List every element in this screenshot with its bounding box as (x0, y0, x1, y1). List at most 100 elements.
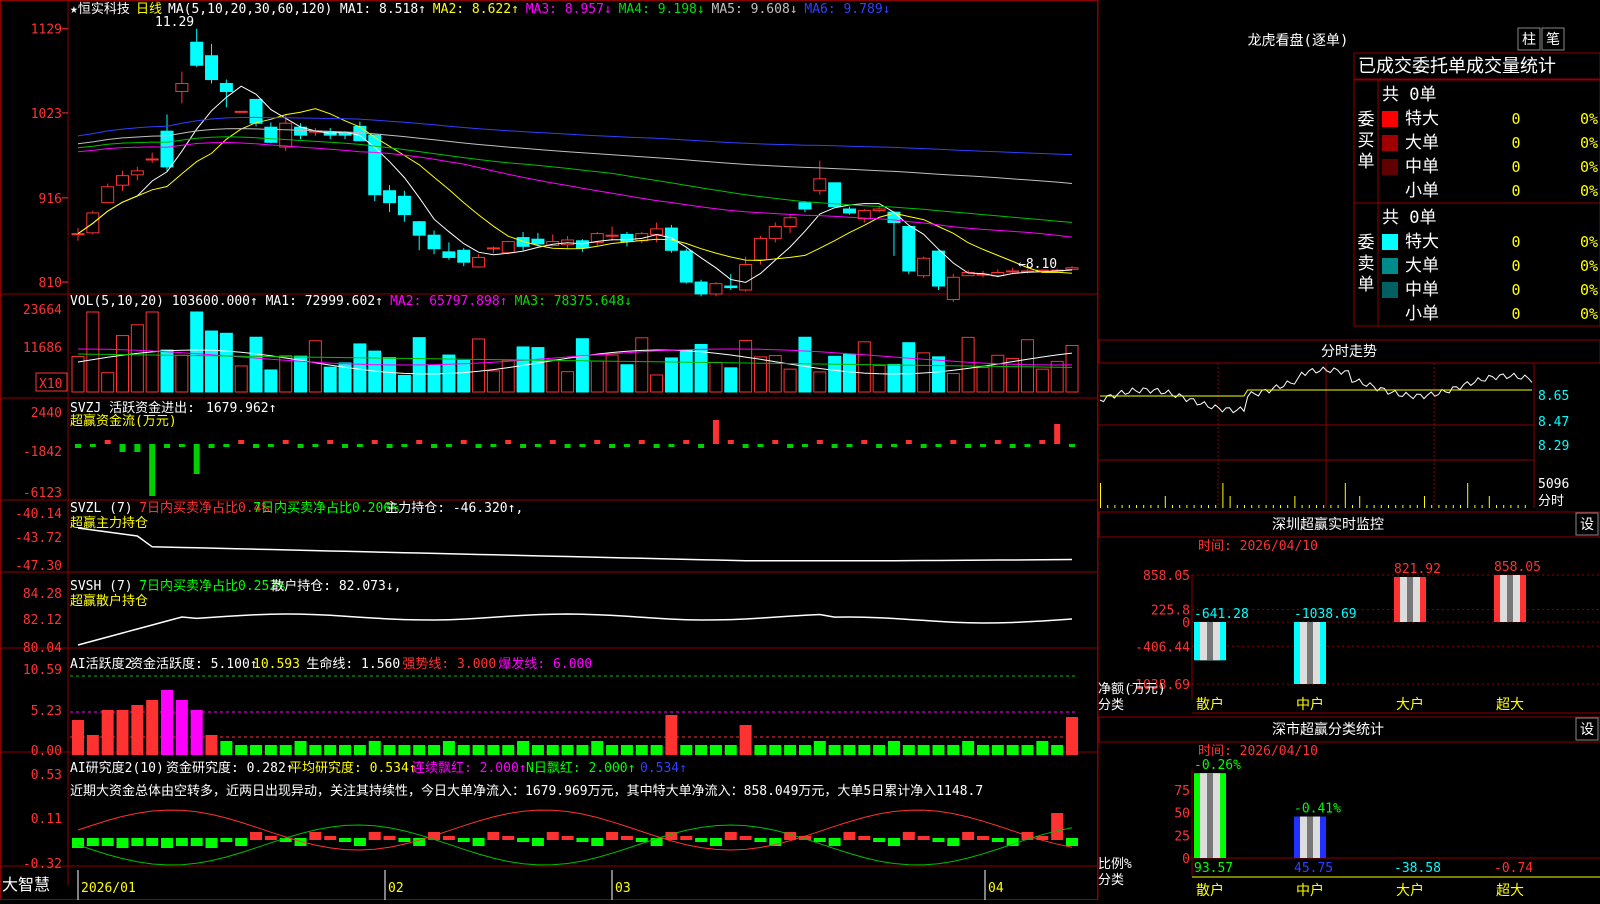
flow-bar (609, 444, 616, 448)
intraday-vol (1380, 505, 1382, 508)
vol-bar (842, 353, 856, 393)
research-bar (353, 838, 366, 846)
vol-bar (783, 368, 797, 393)
activity-bar (739, 725, 752, 755)
flow-bar (342, 444, 349, 448)
activity-bar (428, 745, 441, 755)
vol-bar (605, 354, 619, 393)
intraday-vol (1510, 505, 1512, 508)
activity-bar (828, 745, 841, 755)
sh-set-label: 设 (1580, 722, 1594, 738)
activity-bar (339, 745, 352, 755)
legend-swatch (1382, 111, 1398, 127)
ai1-header-2: 10.593 (253, 657, 300, 672)
sz-value-label: 858.05 (1494, 560, 1541, 575)
svsh-sub: 超赢散户持仓 (70, 593, 148, 609)
flow-bar (549, 440, 556, 444)
vol-bar (931, 356, 945, 393)
sh-bar-core (1307, 816, 1313, 858)
candle (383, 190, 397, 204)
flow-bar (490, 444, 497, 447)
y-tick-label: -6123 (23, 486, 62, 501)
research-bar (591, 838, 604, 846)
vol-header-1: MA1: 72999.602↑ (266, 294, 383, 309)
buy-label: 委 (1358, 110, 1375, 130)
intraday-vol (1222, 483, 1224, 508)
high-label: 11.29 (155, 15, 194, 30)
buy-label: 买 (1358, 131, 1375, 151)
activity-bar (813, 741, 826, 755)
vol-bar (991, 354, 1005, 393)
intraday-vol (1136, 505, 1137, 508)
flow-bar (683, 440, 690, 444)
candle (234, 110, 248, 113)
vol-bar (486, 370, 500, 393)
research-bar (264, 836, 277, 840)
activity-bar (517, 741, 530, 755)
sh-title: 深市超赢分类统计 (1272, 721, 1384, 738)
activity-bar (413, 745, 426, 755)
intraday-y-tick: 8.65 (1538, 389, 1569, 404)
flow-bar (520, 444, 527, 448)
price-header-0: ★恒实科技 (70, 2, 130, 17)
ai2-header-4: N日飘红: 2.000↑ (526, 760, 635, 776)
row-name: 中单 (1405, 157, 1439, 177)
sh-time: 时间: 2026/04/10 (1198, 744, 1318, 759)
research-bar (887, 838, 900, 846)
sz-xlabel: 分类 (1098, 698, 1124, 713)
sell-label: 卖 (1358, 254, 1375, 274)
flow-bar (994, 440, 1001, 444)
sz-value-label: 821.92 (1394, 562, 1441, 577)
candle (813, 178, 827, 192)
row-name: 特大 (1405, 232, 1439, 252)
candle (650, 228, 664, 235)
activity-bar (1036, 741, 1049, 755)
sh-value-label: -38.58 (1394, 861, 1441, 876)
vol-bar (219, 332, 233, 393)
y-tick-label: 1023 (31, 107, 62, 122)
flow-bar (876, 444, 883, 448)
research-bar (843, 832, 856, 840)
vol-bar (397, 374, 411, 393)
sh-bar-core (1207, 773, 1213, 858)
activity-bar (576, 745, 589, 755)
svsh-header-0: SVSH (7) (70, 579, 133, 594)
flow-bar (564, 444, 571, 448)
flow-bar (238, 440, 245, 444)
y-tick-label: 1129 (31, 23, 62, 38)
research-bar (606, 832, 619, 840)
retail-position-line (77, 613, 1073, 646)
flow-bar (356, 444, 363, 447)
activity-bar (442, 741, 455, 755)
candle (145, 158, 159, 161)
intraday-vol (1474, 505, 1476, 508)
intraday-vol (1344, 483, 1346, 508)
flow-bar (134, 444, 141, 452)
research-bar (131, 838, 144, 846)
y-tick-label: -1842 (23, 445, 62, 460)
vol-bar (1035, 368, 1049, 393)
activity-bar (324, 745, 337, 755)
vol-bar (635, 337, 649, 393)
y-tick-label: 82.12 (23, 613, 62, 628)
vol-bar (976, 367, 990, 393)
activity-bar (353, 745, 366, 755)
vol-bar (961, 336, 975, 393)
flow-bar (193, 444, 200, 474)
kline-chart[interactable]: ★恒实科技 日线 MA(5,10,20,30,60,120) MA1: 8.518↑ M… (0, 0, 1098, 900)
buy-label: 单 (1358, 152, 1375, 172)
flow-bar (623, 444, 630, 447)
vol-bar (1050, 360, 1064, 393)
activity-bar (917, 745, 930, 755)
flow-bar (772, 440, 779, 444)
row-count: 0 (1511, 281, 1520, 299)
kline-area[interactable]: ★恒实科技 日线 MA(5,10,20,30,60,120) MA1: 8.518↑ M… (0, 0, 1098, 900)
research-bar (324, 836, 337, 840)
activity-bar (264, 745, 277, 755)
intraday-vol (1503, 505, 1505, 508)
candle (679, 250, 693, 283)
price-header-3: MA1: 8.518↑ (340, 2, 426, 17)
candle (130, 170, 144, 176)
activity-bar (724, 745, 737, 755)
activity-bar (635, 745, 648, 755)
